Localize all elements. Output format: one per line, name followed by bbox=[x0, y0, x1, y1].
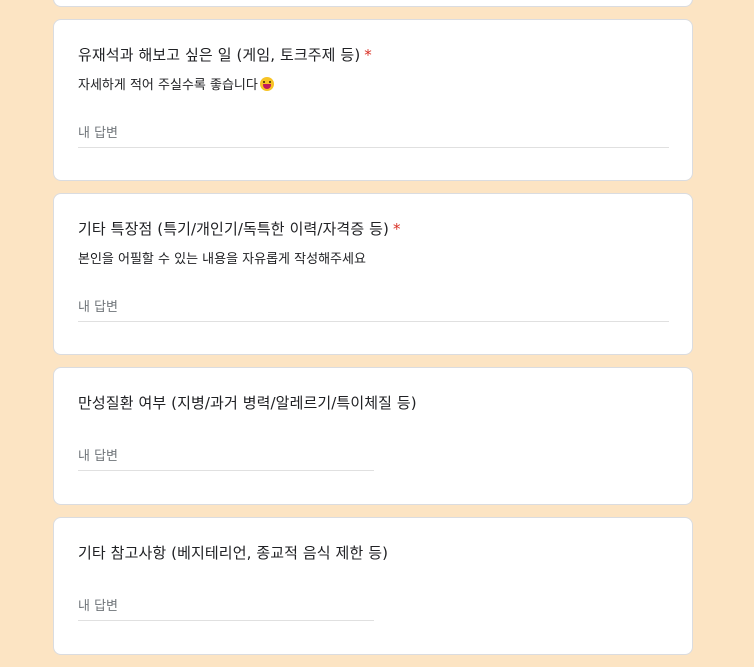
previous-question-card bbox=[53, 0, 693, 7]
question-description-text: 본인을 어필할 수 있는 내용을 자유롭게 작성해주세요 bbox=[78, 252, 366, 267]
question-description: 자세하게 적어 주실수록 좋습니다 bbox=[78, 74, 274, 93]
answer-placeholder: 내 답변 bbox=[78, 449, 119, 464]
answer-placeholder: 내 답변 bbox=[78, 126, 119, 141]
question-description-text: 자세하게 적어 주실수록 좋습니다 bbox=[78, 78, 258, 93]
required-asterisk: * bbox=[392, 220, 401, 238]
question-title-text: 만성질환 여부 (지병/과거 병력/알레르기/특이체질 등) bbox=[78, 394, 417, 412]
question-title-text: 유재석과 해보고 싶은 일 (게임, 토크주제 등) bbox=[78, 46, 361, 64]
question-title: 유재석과 해보고 싶은 일 (게임, 토크주제 등) * bbox=[78, 44, 372, 65]
grinning-face-with-tongue-icon bbox=[259, 77, 274, 91]
question-title: 기타 참고사항 (베지테리언, 종교적 음식 제한 등) bbox=[78, 542, 388, 563]
required-asterisk: * bbox=[364, 46, 372, 64]
question-title-text: 기타 참고사항 (베지테리언, 종교적 음식 제한 등) bbox=[78, 544, 389, 562]
form-container: 유재석과 해보고 싶은 일 (게임, 토크주제 등) * 자세하게 적어 주실수록… bbox=[53, 0, 693, 667]
answer-placeholder: 내 답변 bbox=[78, 599, 119, 614]
answer-input[interactable]: 내 답변 bbox=[78, 296, 669, 322]
question-card-activity: 유재석과 해보고 싶은 일 (게임, 토크주제 등) * 자세하게 적어 주실수록… bbox=[53, 19, 693, 181]
question-title: 만성질환 여부 (지병/과거 병력/알레르기/특이체질 등) bbox=[78, 392, 417, 413]
answer-input[interactable]: 내 답변 bbox=[78, 445, 374, 471]
question-card-other-notes: 기타 참고사항 (베지테리언, 종교적 음식 제한 등) 내 답변 bbox=[53, 517, 693, 655]
answer-placeholder: 내 답변 bbox=[78, 300, 119, 315]
question-title-text: 기타 특장점 (특기/개인기/독특한 이력/자격증 등) bbox=[78, 220, 389, 238]
answer-input[interactable]: 내 답변 bbox=[78, 122, 669, 148]
question-description: 본인을 어필할 수 있는 내용을 자유롭게 작성해주세요 bbox=[78, 248, 366, 267]
question-card-chronic-illness: 만성질환 여부 (지병/과거 병력/알레르기/특이체질 등) 내 답변 bbox=[53, 367, 693, 505]
question-title: 기타 특장점 (특기/개인기/독특한 이력/자격증 등) * bbox=[78, 218, 401, 239]
question-card-strengths: 기타 특장점 (특기/개인기/독특한 이력/자격증 등) * 본인을 어필할 수 … bbox=[53, 193, 693, 355]
answer-input[interactable]: 내 답변 bbox=[78, 595, 374, 621]
